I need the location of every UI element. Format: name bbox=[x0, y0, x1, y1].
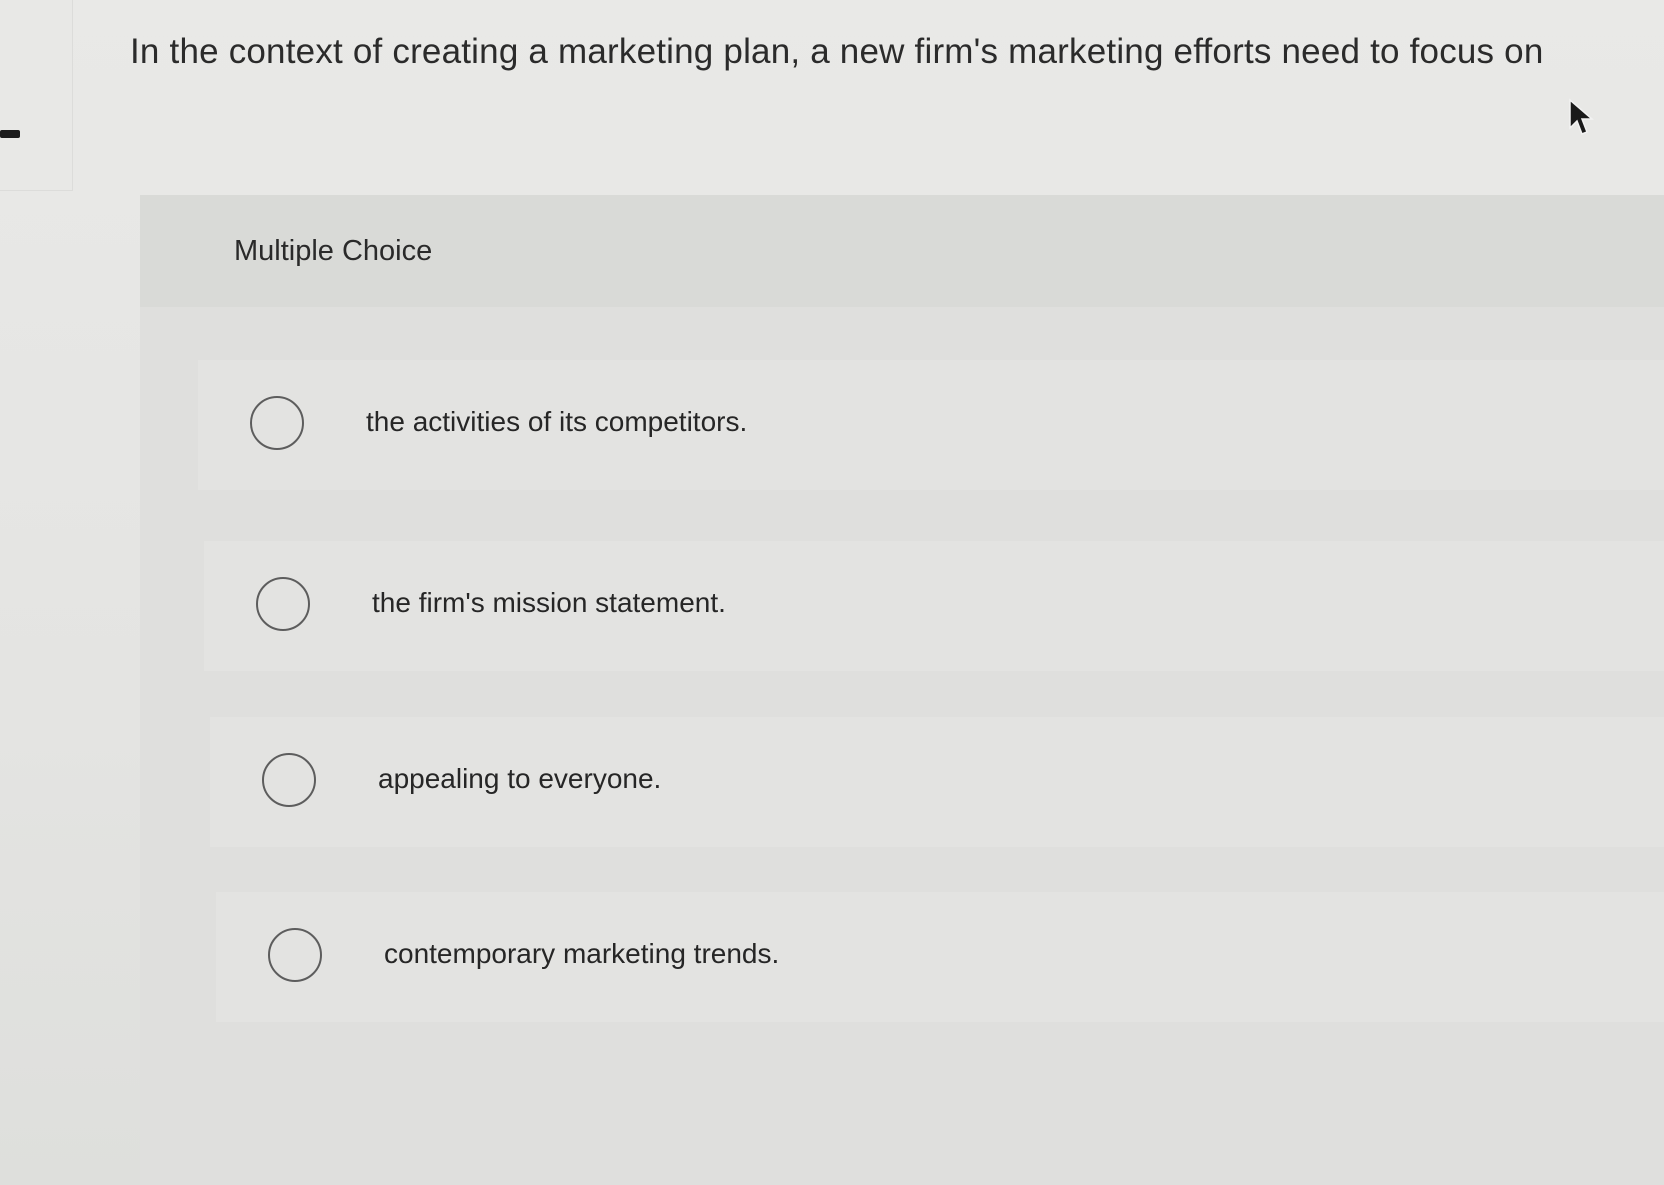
multiple-choice-header: Multiple Choice bbox=[140, 195, 1664, 307]
question-number-panel bbox=[0, 0, 73, 191]
answer-option-3[interactable]: appealing to everyone. bbox=[210, 717, 1664, 847]
multiple-choice-label: Multiple Choice bbox=[234, 235, 433, 267]
mouse-pointer-icon bbox=[1569, 98, 1595, 135]
radio-unchecked-icon[interactable] bbox=[250, 396, 304, 450]
question-prompt: In the context of creating a marketing p… bbox=[130, 32, 1544, 71]
radio-unchecked-icon[interactable] bbox=[268, 928, 322, 982]
multiple-choice-panel: Multiple Choice the activities of its co… bbox=[140, 195, 1664, 1185]
answer-option-1[interactable]: the activities of its competitors. bbox=[198, 360, 1664, 490]
radio-unchecked-icon[interactable] bbox=[256, 577, 310, 631]
answer-option-label: the firm's mission statement. bbox=[372, 587, 726, 618]
radio-unchecked-icon[interactable] bbox=[262, 753, 316, 807]
question-number-marker bbox=[0, 130, 20, 138]
answer-option-label: appealing to everyone. bbox=[378, 763, 662, 794]
answer-option-2[interactable]: the firm's mission statement. bbox=[204, 541, 1664, 671]
page: In the context of creating a marketing p… bbox=[0, 0, 1664, 1185]
answer-option-4[interactable]: contemporary marketing trends. bbox=[216, 892, 1664, 1022]
answer-option-label: the activities of its competitors. bbox=[366, 406, 748, 437]
answer-option-label: contemporary marketing trends. bbox=[384, 938, 780, 969]
